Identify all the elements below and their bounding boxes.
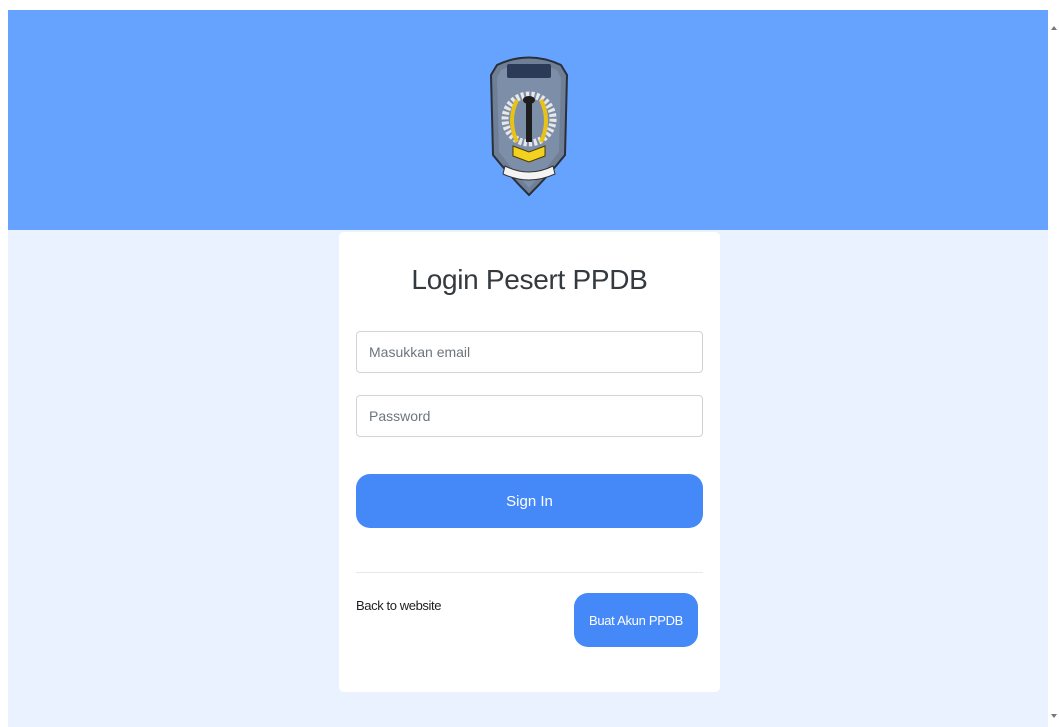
scroll-up-icon[interactable] — [1051, 26, 1057, 30]
password-field[interactable] — [356, 395, 703, 437]
create-account-button[interactable]: Buat Akun PPDB — [574, 593, 698, 647]
divider — [356, 572, 703, 573]
school-logo — [489, 56, 569, 197]
scroll-down-icon[interactable] — [1051, 714, 1057, 718]
back-to-website-link[interactable]: Back to website — [356, 598, 441, 613]
sign-in-button[interactable]: Sign In — [356, 474, 703, 528]
scrollbar[interactable] — [1048, 0, 1059, 727]
page-title: Login Pesert PPDB — [411, 264, 648, 295]
header-banner — [8, 10, 1048, 230]
email-field[interactable] — [356, 331, 703, 373]
login-card: Login Pesert PPDB Sign In Back to websit… — [339, 232, 720, 692]
page-viewport: Login Pesert PPDB Sign In Back to websit… — [8, 10, 1048, 727]
